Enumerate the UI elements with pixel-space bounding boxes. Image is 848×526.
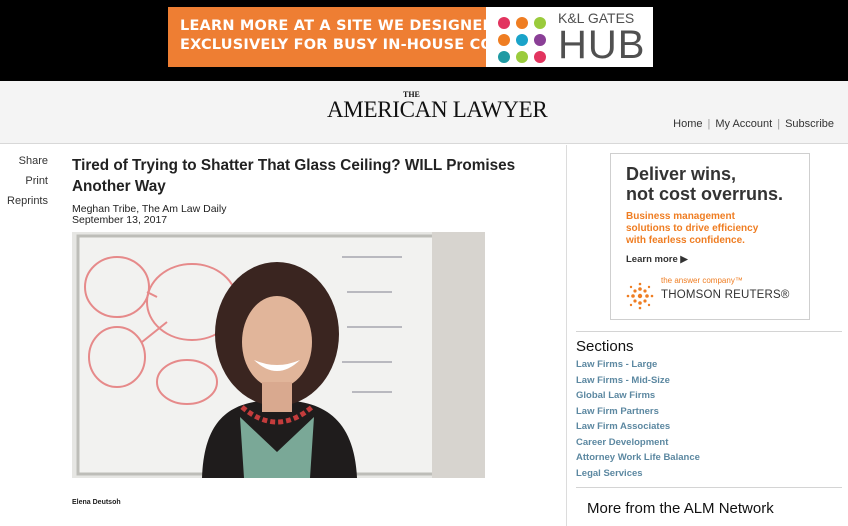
article-date: September 13, 2017	[72, 214, 168, 226]
share-link[interactable]: Share	[0, 155, 48, 175]
more-from-alm-heading: More from the ALM Network	[576, 487, 842, 517]
hub-dot	[534, 34, 546, 46]
sections-panel: Sections Law Firms - Large Law Firms - M…	[576, 331, 842, 481]
ad-subtext: Business management solutions to drive e…	[626, 211, 758, 247]
ad-headline-1: Deliver wins,	[626, 164, 737, 184]
section-link-law-firm-partners[interactable]: Law Firm Partners	[576, 404, 842, 420]
thomson-reuters-logo-icon	[626, 282, 654, 310]
kl-gates-hub-ad[interactable]: LEARN MORE AT A SITE WE DESIGNED EXCLUSI…	[168, 7, 653, 67]
site-header: THE AMERICAN LAWYER Home | My Account | Subs…	[0, 81, 848, 144]
share-tools: Share Print Reprints	[0, 155, 48, 215]
article-photo	[72, 232, 485, 478]
hub-dot	[516, 17, 528, 29]
hub-dot	[498, 17, 510, 29]
section-link-law-firms-large[interactable]: Law Firms - Large	[576, 357, 842, 373]
nav-divider: |	[777, 118, 781, 130]
ad-learn-more-label: Learn more	[626, 254, 678, 265]
hub-dot	[498, 51, 510, 63]
section-link-global-law-firms[interactable]: Global Law Firms	[576, 388, 842, 404]
ad-tagline: the answer company™	[661, 276, 743, 285]
article-header: Tired of Trying to Shatter That Glass Ce…	[72, 155, 552, 226]
american-lawyer-logo[interactable]: THE AMERICAN LAWYER	[327, 90, 548, 122]
section-link-career-development[interactable]: Career Development	[576, 435, 842, 451]
top-ad-bar: LEARN MORE AT A SITE WE DESIGNED EXCLUSI…	[0, 0, 848, 81]
reprints-link[interactable]: Reprints	[0, 195, 48, 215]
hub-dot	[498, 34, 510, 46]
header-nav: Home | My Account | Subscribe	[673, 118, 834, 130]
hub-dots-icon	[496, 15, 552, 63]
photo-caption: Elena Deutsoh	[72, 499, 121, 506]
section-link-law-firm-associates[interactable]: Law Firm Associates	[576, 419, 842, 435]
hub-dot	[516, 34, 528, 46]
sidebar-divider	[566, 145, 567, 526]
portrait-illustration	[72, 232, 485, 478]
ad-sub-2: solutions to drive efficiency	[626, 223, 759, 234]
logo-main: AMERICAN LAWYER	[327, 97, 548, 122]
ad-sub-3: with fearless confidence.	[626, 235, 745, 246]
ad-sub-1: Business management	[626, 211, 735, 222]
hub-label: HUB	[558, 23, 646, 67]
ad-line-1: LEARN MORE AT A SITE WE DESIGNED	[180, 18, 495, 34]
play-circle-icon: ▶	[680, 254, 688, 265]
sections-heading: Sections	[576, 338, 634, 355]
ad-learn-more[interactable]: Learn more ▶	[626, 254, 688, 265]
nav-my-account[interactable]: My Account	[715, 118, 772, 130]
ad-company-name: THOMSON REUTERS®	[661, 289, 790, 301]
hub-dot	[534, 17, 546, 29]
ad-line-2: EXCLUSIVELY FOR BUSY IN-HOUSE COUNSEL.	[180, 37, 554, 53]
ad-orange-panel: LEARN MORE AT A SITE WE DESIGNED EXCLUSI…	[168, 7, 554, 67]
thomson-reuters-ad[interactable]: Deliver wins, not cost overruns. Busines…	[610, 153, 810, 320]
section-link-work-life-balance[interactable]: Attorney Work Life Balance	[576, 450, 842, 466]
article-title: Tired of Trying to Shatter That Glass Ce…	[72, 157, 516, 195]
ad-headline: Deliver wins, not cost overruns.	[626, 164, 783, 204]
hub-dot	[516, 51, 528, 63]
section-link-law-firms-mid-size[interactable]: Law Firms - Mid-Size	[576, 373, 842, 389]
hub-dot	[534, 51, 546, 63]
nav-divider: |	[707, 118, 711, 130]
nav-subscribe[interactable]: Subscribe	[785, 118, 834, 130]
print-link[interactable]: Print	[0, 175, 48, 195]
nav-home[interactable]: Home	[673, 118, 702, 130]
ad-headline-2: not cost overruns.	[626, 184, 784, 204]
section-link-legal-services[interactable]: Legal Services	[576, 466, 842, 482]
